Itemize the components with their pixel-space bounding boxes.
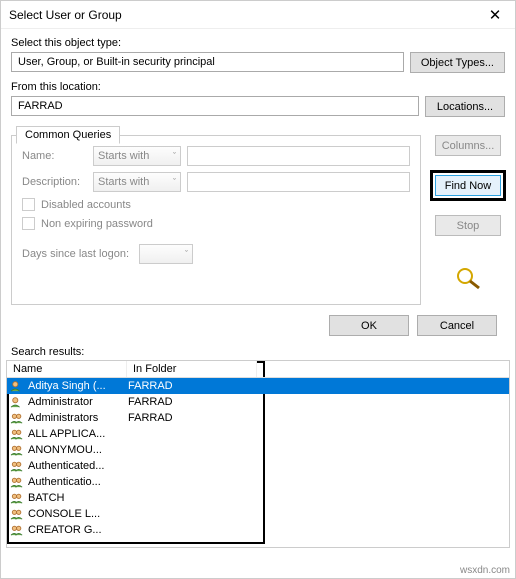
find-now-highlight: Find Now: [430, 170, 506, 201]
titlebar: Select User or Group ✕: [1, 1, 515, 29]
side-button-column: Columns... Find Now Stop: [431, 125, 505, 293]
disabled-accounts-checkbox[interactable]: [22, 198, 35, 211]
group-icon: [9, 475, 25, 489]
name-input[interactable]: [187, 146, 410, 166]
window-title: Select User or Group: [9, 8, 475, 22]
chevron-down-icon: ˇ: [173, 177, 176, 187]
object-types-button[interactable]: Object Types...: [410, 52, 505, 73]
days-since-combo[interactable]: ˇ: [139, 244, 193, 264]
results-row[interactable]: AdministratorsFARRAD: [7, 410, 509, 426]
description-input[interactable]: [187, 172, 410, 192]
name-mode-value: Starts with: [98, 150, 149, 162]
disabled-accounts-label: Disabled accounts: [41, 199, 131, 211]
days-since-label: Days since last logon:: [22, 248, 129, 260]
results-cell-name: CREATOR G...: [28, 524, 128, 536]
results-cell-name: CONSOLE L...: [28, 508, 128, 520]
results-panel: Name In Folder Aditya Singh (...FARRADAd…: [6, 360, 510, 548]
results-row[interactable]: ANONYMOU...: [7, 442, 509, 458]
description-mode-value: Starts with: [98, 176, 149, 188]
results-header: Name In Folder: [7, 361, 509, 378]
days-since-row: Days since last logon: ˇ: [22, 244, 410, 264]
group-icon: [9, 427, 25, 441]
results-row[interactable]: BATCH: [7, 490, 509, 506]
dialog-window: Select User or Group ✕ Select this objec…: [0, 0, 516, 579]
ok-button[interactable]: OK: [329, 315, 409, 336]
object-type-row: Object Types...: [11, 52, 505, 73]
magnifier-icon: [453, 266, 483, 293]
results-row[interactable]: ALL APPLICA...: [7, 426, 509, 442]
watermark: wsxdn.com: [460, 565, 510, 576]
close-button[interactable]: ✕: [475, 1, 515, 29]
chevron-down-icon: ˇ: [185, 249, 188, 259]
name-label: Name:: [22, 150, 87, 162]
user-icon: [9, 395, 25, 409]
results-cell-folder: FARRAD: [128, 412, 248, 424]
chevron-down-icon: ˇ: [173, 151, 176, 161]
results-cell-folder: FARRAD: [128, 380, 248, 392]
non-expiring-checkbox[interactable]: [22, 217, 35, 230]
group-icon: [9, 523, 25, 537]
location-field[interactable]: [11, 96, 419, 116]
results-row[interactable]: CONSOLE L...: [7, 506, 509, 522]
object-type-label: Select this object type:: [11, 37, 505, 49]
description-mode-combo[interactable]: Starts with ˇ: [93, 172, 181, 192]
find-now-button[interactable]: Find Now: [435, 175, 501, 196]
cancel-button[interactable]: Cancel: [417, 315, 497, 336]
common-queries-grid: Name: Starts with ˇ Description: Starts …: [22, 146, 410, 192]
results-row[interactable]: CREATOR G...: [7, 522, 509, 538]
disabled-accounts-row: Disabled accounts: [22, 198, 410, 211]
results-row[interactable]: Aditya Singh (...FARRAD: [7, 378, 509, 394]
results-row[interactable]: Authenticatio...: [7, 474, 509, 490]
non-expiring-row: Non expiring password: [22, 217, 410, 230]
common-queries-panel: Common Queries Name: Starts with ˇ Descr…: [11, 135, 421, 305]
results-row[interactable]: Authenticated...: [7, 458, 509, 474]
upper-content: Select this object type: Object Types...…: [1, 29, 515, 340]
name-mode-combo[interactable]: Starts with ˇ: [93, 146, 181, 166]
results-header-folder[interactable]: In Folder: [127, 361, 257, 377]
stop-button[interactable]: Stop: [435, 215, 501, 236]
columns-button[interactable]: Columns...: [435, 135, 501, 156]
results-row[interactable]: AdministratorFARRAD: [7, 394, 509, 410]
group-icon: [9, 507, 25, 521]
results-header-name[interactable]: Name: [7, 361, 127, 377]
results-cell-name: ANONYMOU...: [28, 444, 128, 456]
locations-button[interactable]: Locations...: [425, 96, 505, 117]
results-cell-name: Authenticatio...: [28, 476, 128, 488]
group-icon: [9, 459, 25, 473]
object-type-field[interactable]: [11, 52, 404, 72]
dialog-buttons-row: OK Cancel: [11, 315, 505, 336]
description-label: Description:: [22, 176, 87, 188]
close-icon: ✕: [489, 6, 502, 24]
user-icon: [9, 379, 25, 393]
results-cell-name: Administrator: [28, 396, 128, 408]
results-cell-name: BATCH: [28, 492, 128, 504]
results-cell-name: Authenticated...: [28, 460, 128, 472]
results-cell-name: ALL APPLICA...: [28, 428, 128, 440]
group-icon: [9, 443, 25, 457]
results-cell-name: Aditya Singh (...: [28, 380, 128, 392]
results-cell-name: Administrators: [28, 412, 128, 424]
non-expiring-label: Non expiring password: [41, 218, 153, 230]
location-label: From this location:: [11, 81, 505, 93]
search-results-label: Search results:: [11, 346, 515, 358]
group-icon: [9, 411, 25, 425]
results-list[interactable]: Name In Folder Aditya Singh (...FARRADAd…: [7, 361, 509, 538]
common-queries-tab[interactable]: Common Queries: [16, 126, 120, 144]
group-icon: [9, 491, 25, 505]
location-row: Locations...: [11, 96, 505, 117]
results-cell-folder: FARRAD: [128, 396, 248, 408]
